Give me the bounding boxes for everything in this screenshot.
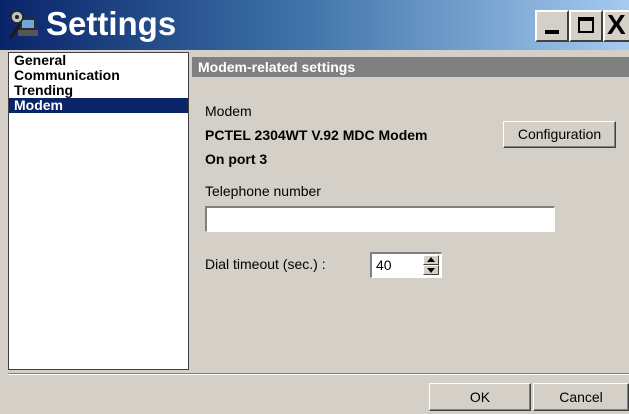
- settings-category-list[interactable]: General Communication Trending Modem: [8, 52, 189, 370]
- modem-label: Modem: [205, 103, 252, 119]
- configuration-button[interactable]: Configuration: [503, 121, 616, 148]
- dial-timeout-value[interactable]: 40: [376, 257, 392, 273]
- maximize-icon: [578, 17, 594, 33]
- close-icon: X: [607, 9, 626, 40]
- minimize-button[interactable]: [535, 10, 569, 42]
- arrow-down-icon: [427, 268, 435, 273]
- settings-app-icon: [8, 10, 38, 39]
- ok-button[interactable]: OK: [429, 383, 531, 411]
- cancel-button[interactable]: Cancel: [533, 383, 629, 411]
- maximize-button[interactable]: [569, 10, 603, 42]
- arrow-up-icon: [427, 257, 435, 262]
- sidebar-item-trending[interactable]: Trending: [9, 83, 188, 98]
- telephone-input[interactable]: [205, 206, 555, 232]
- sidebar-item-general[interactable]: General: [9, 53, 188, 68]
- window-title: Settings: [46, 5, 177, 42]
- panel-header: Modem-related settings: [192, 57, 629, 77]
- sidebar-item-modem[interactable]: Modem: [9, 98, 188, 113]
- minimize-icon: [545, 30, 559, 34]
- spin-up-button[interactable]: [423, 255, 439, 265]
- modem-name: PCTEL 2304WT V.92 MDC Modem: [205, 127, 428, 143]
- spinner-buttons: [423, 255, 439, 275]
- title-bar[interactable]: Settings X: [0, 0, 629, 50]
- spin-down-button[interactable]: [423, 265, 439, 275]
- dial-timeout-spinner[interactable]: 40: [370, 252, 442, 278]
- telephone-label: Telephone number: [205, 183, 321, 199]
- sidebar-item-communication[interactable]: Communication: [9, 68, 188, 83]
- modem-port: On port 3: [205, 151, 268, 167]
- close-button[interactable]: X: [603, 10, 629, 42]
- settings-window: Settings X General Communication Trendin…: [0, 0, 629, 414]
- dial-timeout-label: Dial timeout (sec.) :: [205, 256, 326, 272]
- footer-divider: [8, 373, 629, 375]
